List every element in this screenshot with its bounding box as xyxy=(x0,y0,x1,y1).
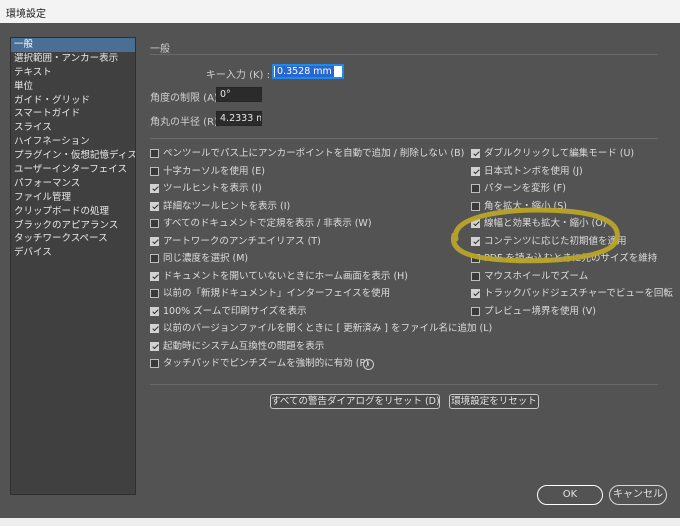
key-input-label: キー入力 (K) : xyxy=(205,70,270,81)
checkbox-checked[interactable] xyxy=(471,289,480,298)
window-title: 環境設定 xyxy=(6,9,46,20)
option-label: 線幅と効果も拡大・縮小 (O) xyxy=(484,218,607,229)
sidebar-item[interactable]: パフォーマンス xyxy=(11,177,135,191)
checkbox-unchecked[interactable] xyxy=(471,184,480,193)
category-list[interactable]: 一般 選択範囲・アンカー表示 テキスト 単位 ガイド・グリッド スマートガイド スライス ハイ… xyxy=(10,37,136,495)
sidebar-item[interactable]: 選択範囲・アンカー表示 xyxy=(11,52,135,66)
option-label: 100% ズームで印刷サイズを表示 xyxy=(163,305,307,317)
corner-radius-field[interactable]: 4.2333 mm xyxy=(216,111,262,126)
checkbox-checked[interactable] xyxy=(150,341,159,351)
sidebar-item[interactable]: スマートガイド xyxy=(11,107,135,121)
option-label: 角を拡大・縮小 (S) xyxy=(484,200,567,212)
divider xyxy=(150,54,658,55)
option-label: コンテンツに応じた初期値を適用 xyxy=(484,235,627,247)
checkbox-checked[interactable] xyxy=(150,236,159,246)
sidebar-item[interactable]: スライス xyxy=(11,121,135,135)
checkbox-checked[interactable] xyxy=(471,149,480,158)
option-label: 日本式トンボを使用 (J) xyxy=(484,165,583,177)
preferences-dialog: 一般 選択範囲・アンカー表示 テキスト 単位 ガイド・グリッド スマートガイド スライス ハイ… xyxy=(0,23,680,526)
checkbox-unchecked[interactable] xyxy=(471,201,480,211)
sidebar-item[interactable]: ガイド・グリッド xyxy=(11,94,135,108)
divider xyxy=(150,384,658,385)
sidebar-item[interactable]: ブラックのアピアランス xyxy=(11,219,135,233)
sidebar-item[interactable]: ユーザーインターフェイス xyxy=(11,163,135,177)
checkbox-checked[interactable] xyxy=(150,324,159,333)
option-label: ドキュメントを開いていないときにホーム画面を表示 (H) xyxy=(163,270,409,282)
section-title: 一般 xyxy=(150,44,170,55)
sidebar-item[interactable]: 単位 xyxy=(11,80,135,94)
option-label: 詳細なツールヒントを表示 (I) xyxy=(163,200,291,212)
divider xyxy=(150,138,658,139)
option-label: タッチパッドでピンチズームを強制的に有効 (P) xyxy=(163,358,369,369)
reset-preferences-button[interactable]: 環境設定をリセット xyxy=(449,394,539,409)
option-label: トラックパッドジェスチャーでビューを回転 xyxy=(484,288,673,299)
sidebar-item[interactable]: 一般 xyxy=(11,38,135,52)
checkbox-unchecked[interactable] xyxy=(150,219,159,228)
option-label: マウスホイールでズーム xyxy=(484,270,589,282)
checkbox-unchecked[interactable] xyxy=(150,359,159,368)
checkbox-unchecked[interactable] xyxy=(471,271,480,281)
reset-warnings-button[interactable]: すべての警告ダイアログをリセット (D) xyxy=(270,394,440,409)
sidebar-item[interactable]: ファイル管理 xyxy=(11,191,135,205)
checkbox-checked[interactable] xyxy=(150,201,159,211)
option-label: パターンを変形 (F) xyxy=(484,183,566,194)
ok-button[interactable]: OK xyxy=(537,485,603,505)
option-label: ペンツールでパス上にアンカーポイントを自動で追加 / 削除しない (B) xyxy=(163,148,465,159)
option-label: ダブルクリックして編集モード (U) xyxy=(484,148,635,159)
option-label: 同じ濃度を選択 (M) xyxy=(163,253,249,264)
info-icon[interactable]: i xyxy=(363,359,374,370)
option-label: 以前の「新規ドキュメント」インターフェイスを使用 xyxy=(163,288,391,299)
checkbox-checked[interactable] xyxy=(471,219,480,228)
option-label: アートワークのアンチエイリアス (T) xyxy=(163,235,321,247)
checkbox-unchecked[interactable] xyxy=(150,289,159,298)
option-label: PDF を読み込むときに元のサイズを維持 xyxy=(484,253,658,264)
window-titlebar: 環境設定 xyxy=(0,0,680,23)
sidebar-item[interactable]: プラグイン・仮想記憶ディスク xyxy=(11,149,135,163)
option-label: プレビュー境界を使用 (V) xyxy=(484,305,596,317)
option-label: ツールヒントを表示 (I) xyxy=(163,183,262,194)
angle-limit-field[interactable]: 0° xyxy=(216,87,262,102)
sidebar-item[interactable]: タッチワークスペース xyxy=(11,232,135,246)
checkbox-checked[interactable] xyxy=(150,306,159,316)
sidebar-item[interactable]: ハイフネーション xyxy=(11,135,135,149)
option-label: すべてのドキュメントで定規を表示 / 非表示 (W) xyxy=(163,218,372,229)
checkbox-unchecked[interactable] xyxy=(471,254,480,263)
sidebar-item[interactable]: デバイス xyxy=(11,246,135,260)
checkbox-checked[interactable] xyxy=(150,184,159,193)
option-label: 以前のバージョンファイルを開くときに [ 更新済み ] をファイル名に追加 (L… xyxy=(163,323,493,334)
taskbar-edge xyxy=(0,518,680,526)
checkbox-unchecked[interactable] xyxy=(150,149,159,158)
key-input-value: 0.3528 mm xyxy=(275,66,334,77)
checkbox-checked[interactable] xyxy=(471,166,480,176)
option-label: 十字カーソルを使用 (E) xyxy=(163,165,265,177)
checkbox-checked[interactable] xyxy=(471,236,480,246)
checkbox-unchecked[interactable] xyxy=(471,306,480,316)
key-input-field[interactable]: 0.3528 mm xyxy=(272,64,344,79)
checkbox-unchecked[interactable] xyxy=(150,254,159,263)
sidebar-item[interactable]: テキスト xyxy=(11,66,135,80)
checkbox-checked[interactable] xyxy=(150,271,159,281)
cancel-button[interactable]: キャンセル xyxy=(609,485,667,505)
sidebar-item[interactable]: クリップボードの処理 xyxy=(11,205,135,219)
option-label: 起動時にシステム互換性の問題を表示 xyxy=(163,340,325,352)
checkbox-unchecked[interactable] xyxy=(150,166,159,176)
